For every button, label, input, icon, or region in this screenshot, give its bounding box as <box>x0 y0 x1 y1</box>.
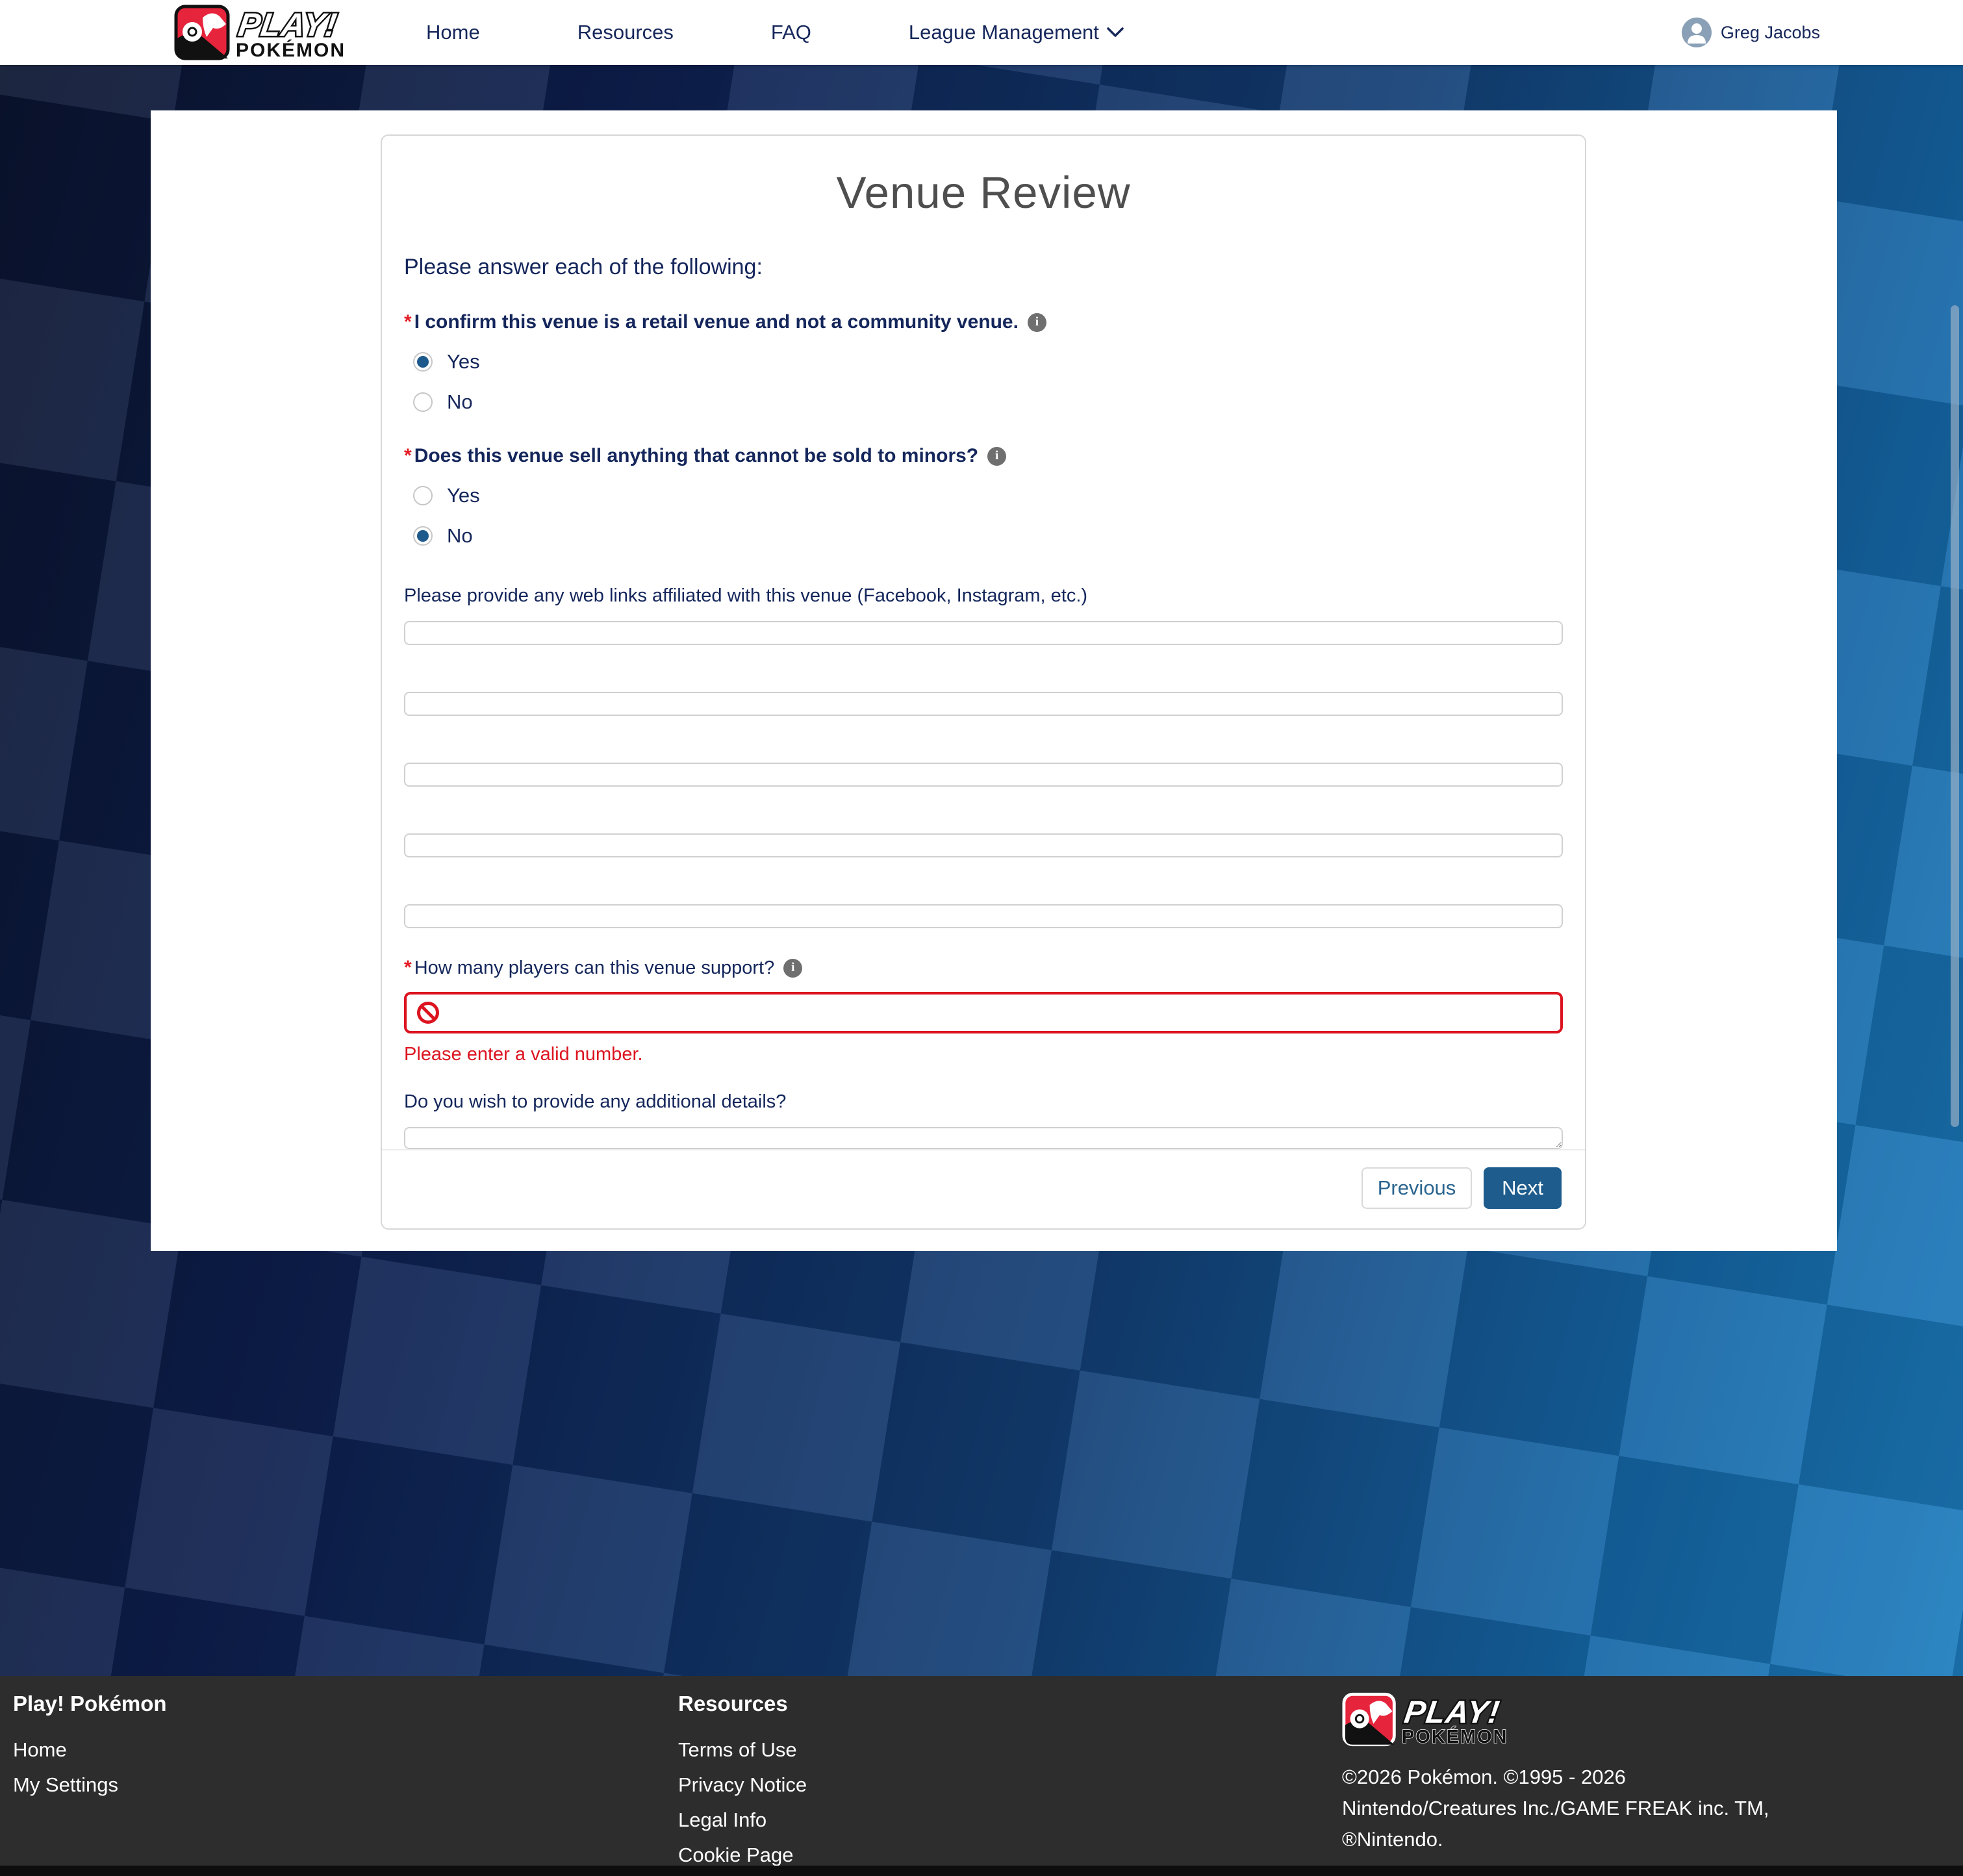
q2-option-yes[interactable]: Yes <box>413 484 1563 507</box>
footer-link-legal[interactable]: Legal Info <box>678 1808 824 1832</box>
play-pokemon-logo[interactable]: PLAY! POKÉMON <box>174 5 375 60</box>
details-label: Do you wish to provide any additional de… <box>404 1091 1563 1113</box>
page-title: Venue Review <box>404 167 1563 218</box>
weblink-input-4[interactable] <box>404 833 1563 857</box>
weblink-input-5[interactable] <box>404 904 1563 928</box>
nav-faq[interactable]: FAQ <box>771 21 811 44</box>
svg-text:POKÉMON: POKÉMON <box>236 39 346 60</box>
footer-link-terms[interactable]: Terms of Use <box>678 1738 824 1762</box>
weblinks-label: Please provide any web links affiliated … <box>404 585 1563 607</box>
nav-home[interactable]: Home <box>426 21 480 44</box>
required-marker: * <box>404 957 412 979</box>
footer-heading-play-pokemon: Play! Pokémon <box>13 1692 167 1716</box>
chevron-down-icon <box>1107 27 1124 38</box>
radio-button[interactable] <box>413 486 433 505</box>
radio-button[interactable] <box>413 392 433 412</box>
question-players-label: * How many players can this venue suppor… <box>404 957 1563 979</box>
user-avatar-icon <box>1682 18 1712 47</box>
question-retail-venue-label: * I confirm this venue is a retail venue… <box>404 311 1563 333</box>
footer-heading-resources: Resources <box>678 1692 824 1716</box>
details-textarea[interactable] <box>404 1127 1563 1149</box>
weblink-input-3[interactable] <box>404 763 1563 787</box>
play-pokemon-logo-icon: PLAY! POKÉMON <box>174 5 375 60</box>
weblink-input-1[interactable] <box>404 621 1563 645</box>
players-input-wrapper <box>404 992 1563 1033</box>
form-actions: Previous Next <box>382 1149 1585 1228</box>
copyright-text: ©2026 Pokémon. ©1995 - 2026 Nintendo/Cre… <box>1342 1762 1803 1855</box>
form-intro: Please answer each of the following: <box>404 255 1563 280</box>
footer-play-pokemon-logo-icon: PLAY! POKÉMON <box>1342 1692 1537 1747</box>
previous-button[interactable]: Previous <box>1361 1167 1472 1209</box>
svg-text:POKÉMON: POKÉMON <box>1402 1725 1508 1747</box>
footer-bottom-bar <box>0 1866 1963 1876</box>
footer-brand-column: PLAY! POKÉMON ©2026 Pokémon. ©1995 - 202… <box>1342 1692 1803 1855</box>
radio-button-checked[interactable] <box>413 526 433 546</box>
q1-option-no[interactable]: No <box>413 390 1563 414</box>
content-panel: Venue Review Please answer each of the f… <box>151 110 1837 1251</box>
primary-navigation: Home Resources FAQ League Management <box>426 21 1124 44</box>
svg-text:PLAY!: PLAY! <box>1402 1695 1502 1730</box>
nav-resources[interactable]: Resources <box>577 21 674 44</box>
footer-link-my-settings[interactable]: My Settings <box>13 1773 167 1797</box>
nav-league-management[interactable]: League Management <box>909 21 1124 44</box>
venue-review-card: Venue Review Please answer each of the f… <box>381 134 1586 1230</box>
footer-link-home[interactable]: Home <box>13 1738 167 1762</box>
info-icon[interactable]: i <box>987 447 1006 466</box>
players-count-input[interactable] <box>404 992 1563 1033</box>
footer-resources-column: Resources Terms of Use Privacy Notice Le… <box>678 1692 824 1876</box>
footer-play-pokemon-column: Play! Pokémon Home My Settings <box>13 1692 167 1797</box>
next-button[interactable]: Next <box>1484 1167 1562 1209</box>
svg-text:PLAY!: PLAY! <box>236 6 340 43</box>
user-name: Greg Jacobs <box>1721 23 1820 43</box>
prohibition-icon <box>416 1000 440 1025</box>
required-marker: * <box>404 445 412 467</box>
top-navbar: PLAY! POKÉMON Home Resources FAQ League … <box>0 0 1963 65</box>
footer-link-privacy[interactable]: Privacy Notice <box>678 1773 824 1797</box>
user-menu[interactable]: Greg Jacobs <box>1682 18 1820 47</box>
scrollbar-thumb[interactable] <box>1951 305 1959 1127</box>
players-error-message: Please enter a valid number. <box>404 1044 1563 1065</box>
weblink-input-2[interactable] <box>404 692 1563 716</box>
info-icon[interactable]: i <box>1028 313 1046 332</box>
radio-button-checked[interactable] <box>413 352 433 372</box>
page-footer: Play! Pokémon Home My Settings Resources… <box>0 1676 1963 1866</box>
required-marker: * <box>404 311 412 333</box>
q2-option-no[interactable]: No <box>413 524 1563 548</box>
info-icon[interactable]: i <box>783 959 802 978</box>
footer-link-cookie[interactable]: Cookie Page <box>678 1844 824 1867</box>
question-minors-label: * Does this venue sell anything that can… <box>404 445 1563 467</box>
q1-option-yes[interactable]: Yes <box>413 350 1563 374</box>
